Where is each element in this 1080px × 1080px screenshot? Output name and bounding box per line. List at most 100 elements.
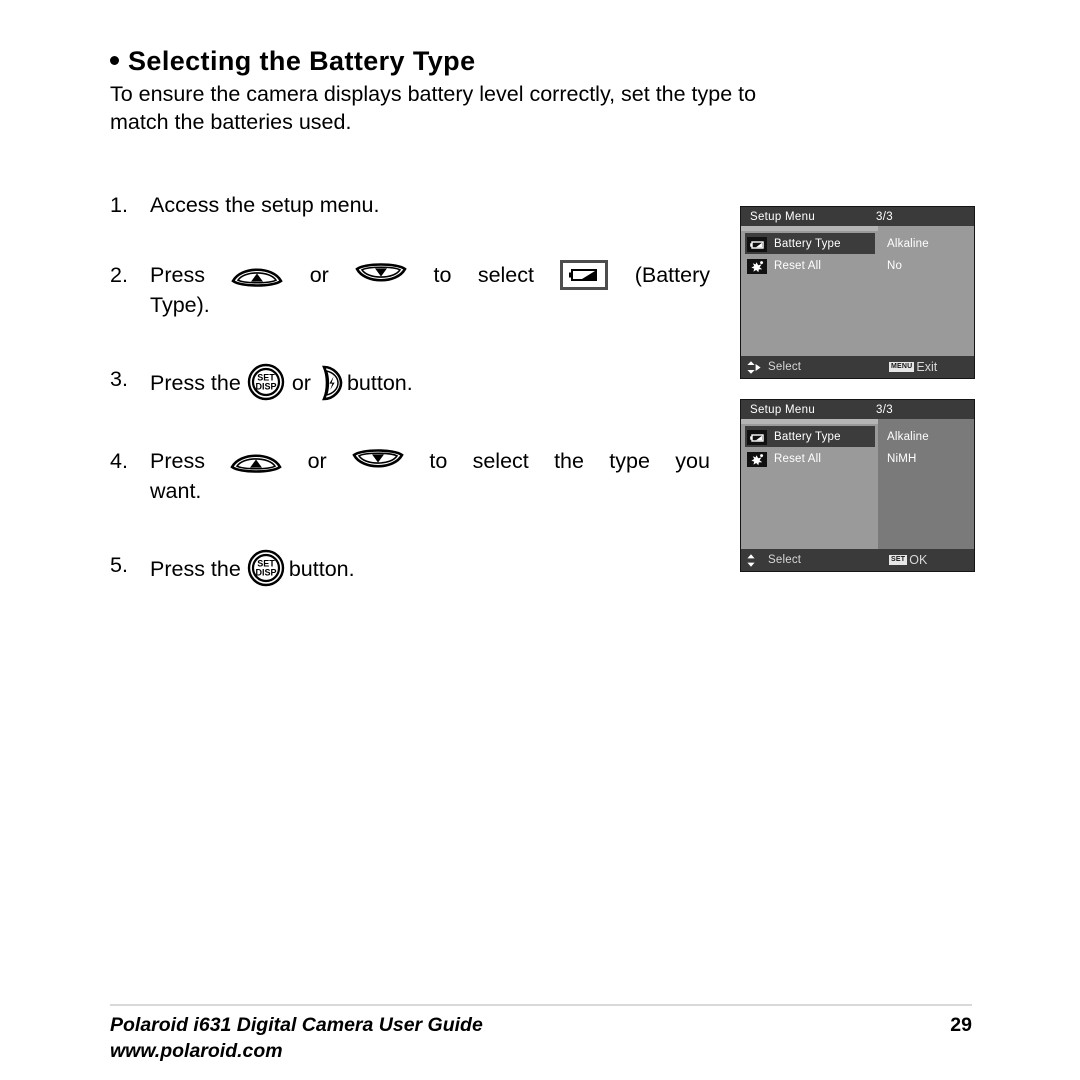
step-1-text: Access the setup menu. <box>150 193 380 217</box>
step-2-line-1: Press or to select (Battery <box>150 260 710 290</box>
screen-1-title: Setup Menu <box>750 210 816 223</box>
step-4-text-g: you <box>675 449 710 473</box>
set-disp-button-icon: SET DISP <box>247 549 285 587</box>
battery-type-icon <box>560 260 609 290</box>
manual-page: Selecting the Battery Type To ensure the… <box>0 0 1080 1080</box>
down-arrow-button-icon <box>352 449 404 473</box>
page-title: Selecting the Battery Type <box>110 46 476 77</box>
up-down-arrows-icon <box>746 553 762 568</box>
step-3-body: Press the SET DISP or button. <box>150 363 710 402</box>
menu-badge: MENU <box>889 362 915 372</box>
camera-screen-setup-menu-1: Setup Menu 3/3 Battery Type Reset All Al… <box>740 206 975 379</box>
screen-1-footer-left: Select <box>746 360 801 375</box>
set-disp-button-icon: SET DISP <box>247 363 285 401</box>
step-3-text-b: or <box>291 371 311 395</box>
page-title-text: Selecting the Battery Type <box>128 46 476 76</box>
step-5: 5. Press the SET DISP button. <box>110 549 710 588</box>
intro-line-2: match the batteries used. <box>110 110 352 134</box>
screen-2-footer-right: SET OK <box>889 553 927 567</box>
screen-2-menu-item-battery-type[interactable]: Battery Type <box>745 426 878 448</box>
screen-2-body: Battery Type Reset All Alkaline NiMH <box>741 419 974 549</box>
step-4-number: 4. <box>110 449 128 473</box>
screen-1-scroll-track <box>741 226 878 231</box>
screen-2-scroll-track <box>741 419 878 424</box>
screen-2-footer-ok-label: OK <box>909 553 928 567</box>
step-4-body: Press or to select the type you want. <box>150 446 710 506</box>
step-4-text-a: Press <box>150 449 205 473</box>
page-footer: Polaroid i631 Digital Camera User Guide … <box>110 1012 972 1064</box>
step-2-line-2: Type). <box>150 290 710 320</box>
step-4-text-b: or <box>307 449 327 473</box>
step-1: 1. Access the setup menu. <box>110 190 710 220</box>
screen-2-menu-item-label: Reset All <box>774 453 822 465</box>
screen-2-menu-item-reset-all[interactable]: Reset All <box>745 448 878 470</box>
step-4-line-2: want. <box>150 476 710 506</box>
step-2: 2. Press or to select (Battery Type). <box>110 260 710 320</box>
steps-list: 1. Access the setup menu. 2. Press or to… <box>110 190 710 588</box>
screen-1-value-battery-type: Alkaline <box>887 238 929 250</box>
screen-2-footer-select-label: Select <box>768 554 802 566</box>
step-3-number: 3. <box>110 367 128 391</box>
screen-1-value-list: Alkaline No <box>878 226 974 356</box>
down-arrow-button-icon <box>355 263 407 287</box>
screen-2-option-nimh[interactable]: NiMH <box>878 448 974 470</box>
step-2-text-f: Type). <box>150 293 210 317</box>
up-arrow-button-icon <box>231 263 284 287</box>
set-badge: SET <box>889 555 908 565</box>
step-3-text-a: Press the <box>150 371 241 395</box>
screen-1-menu-item-reset-all[interactable]: Reset All <box>745 255 878 277</box>
screen-2-page-indicator: 3/3 <box>876 403 893 416</box>
reset-all-icon <box>747 258 767 274</box>
up-down-right-arrows-icon <box>746 360 762 375</box>
step-5-line-1: Press the SET DISP button. <box>150 549 710 588</box>
step-2-text-c: to <box>433 263 452 287</box>
screen-1-menu-item-label: Battery Type <box>774 238 841 250</box>
screen-2-header: Setup Menu 3/3 <box>741 400 974 419</box>
step-4-text-c: to <box>429 449 448 473</box>
step-2-text-e: (Battery <box>634 263 710 287</box>
step-2-body: Press or to select (Battery Type). <box>150 260 710 320</box>
screen-2-option-alkaline[interactable]: Alkaline <box>878 426 974 448</box>
screen-1-footer: Select MENU Exit <box>741 356 974 378</box>
step-1-number: 1. <box>110 193 128 217</box>
step-4-line-1: Press or to select the type you <box>150 446 710 476</box>
screen-1-header: Setup Menu 3/3 <box>741 207 974 226</box>
footer-guide-title: Polaroid i631 Digital Camera User Guide <box>110 1014 483 1036</box>
camera-screen-setup-menu-2: Setup Menu 3/3 Battery Type Reset All Al… <box>740 399 975 572</box>
screen-1-page-indicator: 3/3 <box>876 210 893 223</box>
screen-1-menu-item-label: Reset All <box>774 260 822 272</box>
battery-type-icon <box>747 429 767 445</box>
screen-1-menu-item-battery-type[interactable]: Battery Type <box>745 233 878 255</box>
screen-1-footer-exit-label: Exit <box>916 360 938 374</box>
screen-2-option-list: Alkaline NiMH <box>878 419 974 549</box>
screen-2-title: Setup Menu <box>750 403 816 416</box>
footer-divider <box>110 1004 972 1006</box>
step-5-number: 5. <box>110 553 128 577</box>
intro-line-1: To ensure the camera displays battery le… <box>110 82 757 106</box>
svg-text:DISP: DISP <box>255 381 276 391</box>
step-3: 3. Press the SET DISP or button. <box>110 363 710 402</box>
screen-1-footer-select-label: Select <box>768 361 802 373</box>
step-4-text-e: the <box>554 449 584 473</box>
intro-paragraph: To ensure the camera displays battery le… <box>110 80 972 136</box>
bullet-dot-icon <box>110 56 119 66</box>
reset-all-icon <box>747 451 767 467</box>
screen-1-menu-list: Battery Type Reset All <box>741 226 878 356</box>
step-3-text-c: button. <box>346 371 413 395</box>
page-number: 29 <box>950 1014 972 1036</box>
step-4-text-d: select <box>472 449 529 473</box>
step-2-text-d: select <box>477 263 534 287</box>
screen-2-menu-item-label: Battery Type <box>774 431 841 443</box>
step-4-text-f: type <box>609 449 650 473</box>
footer-url[interactable]: www.polaroid.com <box>110 1038 972 1064</box>
screen-2-footer-left: Select <box>746 553 801 568</box>
flash-right-button-icon <box>318 364 344 402</box>
screen-1-body: Battery Type Reset All Alkaline No <box>741 226 974 356</box>
step-2-number: 2. <box>110 263 128 287</box>
step-5-body: Press the SET DISP button. <box>150 549 710 588</box>
screen-1-footer-right: MENU Exit <box>889 360 937 374</box>
step-5-text-b: button. <box>288 557 355 581</box>
step-4: 4. Press or to select the type you want. <box>110 446 710 506</box>
screen-2-footer: Select SET OK <box>741 549 974 571</box>
up-arrow-button-icon <box>230 449 282 473</box>
